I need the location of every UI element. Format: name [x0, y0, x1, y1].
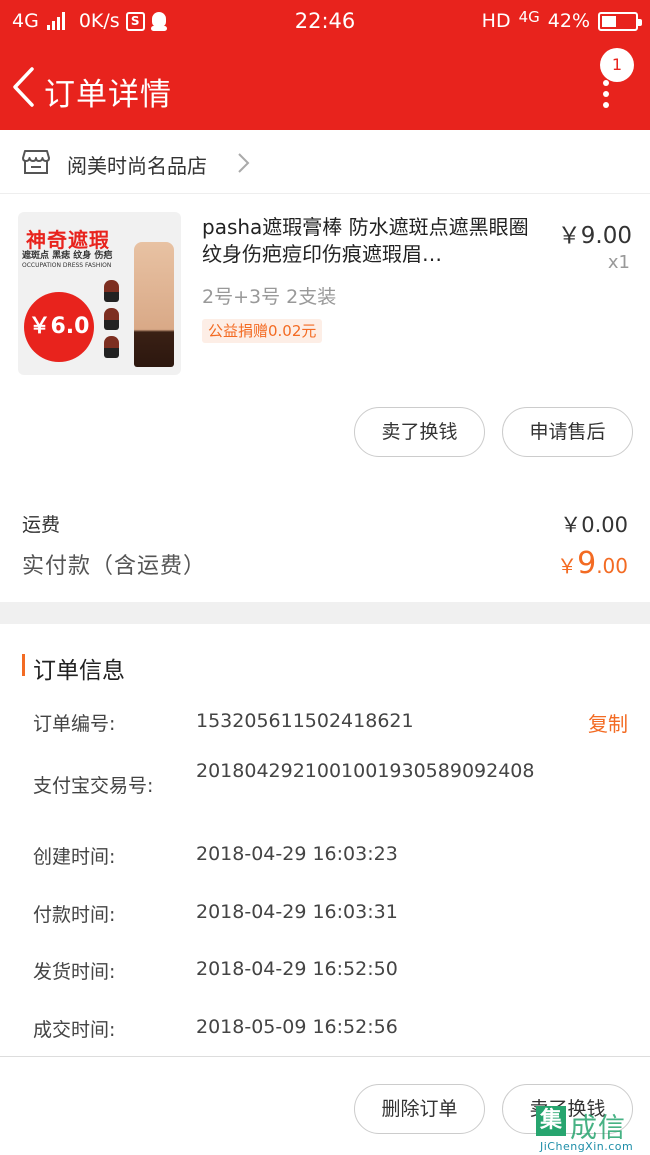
- concealer-stick-image: [134, 242, 174, 367]
- watermark-en: JiChengXin.com: [540, 1140, 634, 1153]
- image-subline-en: OCCUPATION DRESS FASHION: [22, 262, 112, 269]
- image-price-badge: ￥6.0: [24, 292, 94, 362]
- watermark-box: 集: [536, 1106, 566, 1136]
- watermark-logo: 集 成信 JiChengXin.com: [532, 1106, 650, 1155]
- more-menu-button[interactable]: [594, 80, 618, 116]
- paid-amount: ￥9.00: [557, 546, 628, 581]
- created-time-value: 2018-04-29 16:03:23: [196, 843, 398, 865]
- shipping-label: 运费: [22, 514, 61, 536]
- paid-label: 实付款（含运费）: [22, 554, 207, 579]
- swatch-2: [104, 308, 119, 330]
- product-image[interactable]: 神奇遮瑕 遮斑点 黑痣 纹身 伤疤 OCCUPATION DRESS FASHI…: [18, 212, 181, 375]
- section-accent-bar: [22, 654, 25, 676]
- completed-time-value: 2018-05-09 16:52:56: [196, 1016, 398, 1038]
- section-divider: [0, 602, 650, 624]
- after-sale-button[interactable]: 申请售后: [502, 407, 633, 457]
- image-subline: 遮斑点 黑痣 纹身 伤疤: [22, 251, 113, 261]
- paid-time-value: 2018-04-29 16:03:31: [196, 901, 398, 923]
- product-spec: 2号+3号 2支装: [202, 286, 337, 308]
- sell-item-button[interactable]: 卖了换钱: [354, 407, 485, 457]
- battery-icon: [598, 11, 642, 31]
- paid-time-label: 付款时间:: [33, 904, 116, 926]
- nav-bar: 订单详情 1: [0, 44, 650, 130]
- order-info-title: 订单信息: [33, 658, 125, 684]
- order-number-value: 153205611502418621: [196, 710, 414, 732]
- status-bar: 4G 0K/s S 22:46 HD 4G 42%: [0, 0, 650, 44]
- completed-time-label: 成交时间:: [33, 1019, 116, 1041]
- product-title[interactable]: pasha遮瑕膏棒 防水遮斑点遮黑眼圈 纹身伤疤痘印伤痕遮瑕眉…: [202, 214, 542, 268]
- chevron-left-icon: [13, 67, 34, 107]
- product-price: ￥9.00: [557, 223, 632, 249]
- shipped-time-label: 发货时间:: [33, 961, 116, 983]
- more-vertical-icon: [594, 80, 618, 108]
- app-header: 4G 0K/s S 22:46 HD 4G 42% 订单详情 1: [0, 0, 650, 130]
- swatch-1: [104, 280, 119, 302]
- paid-currency: ￥: [557, 554, 578, 578]
- alipay-trade-value: 2018042921001001930589092408: [196, 760, 535, 782]
- chevron-right-icon: [238, 153, 250, 173]
- page-title: 订单详情: [44, 77, 172, 113]
- delete-order-button[interactable]: 删除订单: [354, 1084, 485, 1134]
- charity-tag: 公益捐赠0.02元: [202, 319, 323, 343]
- status-right: HD 4G 42%: [481, 8, 642, 32]
- back-button[interactable]: [8, 66, 42, 108]
- created-time-label: 创建时间:: [33, 846, 116, 868]
- network-right-label: 4G: [518, 8, 540, 26]
- copy-button[interactable]: 复制: [588, 708, 628, 737]
- store-icon: [22, 150, 50, 174]
- battery-percent: 42%: [547, 10, 590, 32]
- paid-major: 9: [577, 546, 597, 581]
- product-quantity: x1: [607, 252, 630, 273]
- notification-badge: 1: [600, 48, 634, 82]
- shop-name: 阅美时尚名品店: [67, 154, 207, 178]
- shipping-value: ￥0.00: [560, 513, 628, 537]
- alipay-trade-label: 支付宝交易号:: [33, 775, 154, 797]
- order-number-label: 订单编号:: [33, 713, 116, 735]
- shop-row[interactable]: 阅美时尚名品店: [0, 130, 650, 194]
- paid-minor: .00: [596, 554, 628, 578]
- shipped-time-value: 2018-04-29 16:52:50: [196, 958, 398, 980]
- hd-label: HD: [481, 10, 511, 32]
- swatch-3: [104, 336, 119, 358]
